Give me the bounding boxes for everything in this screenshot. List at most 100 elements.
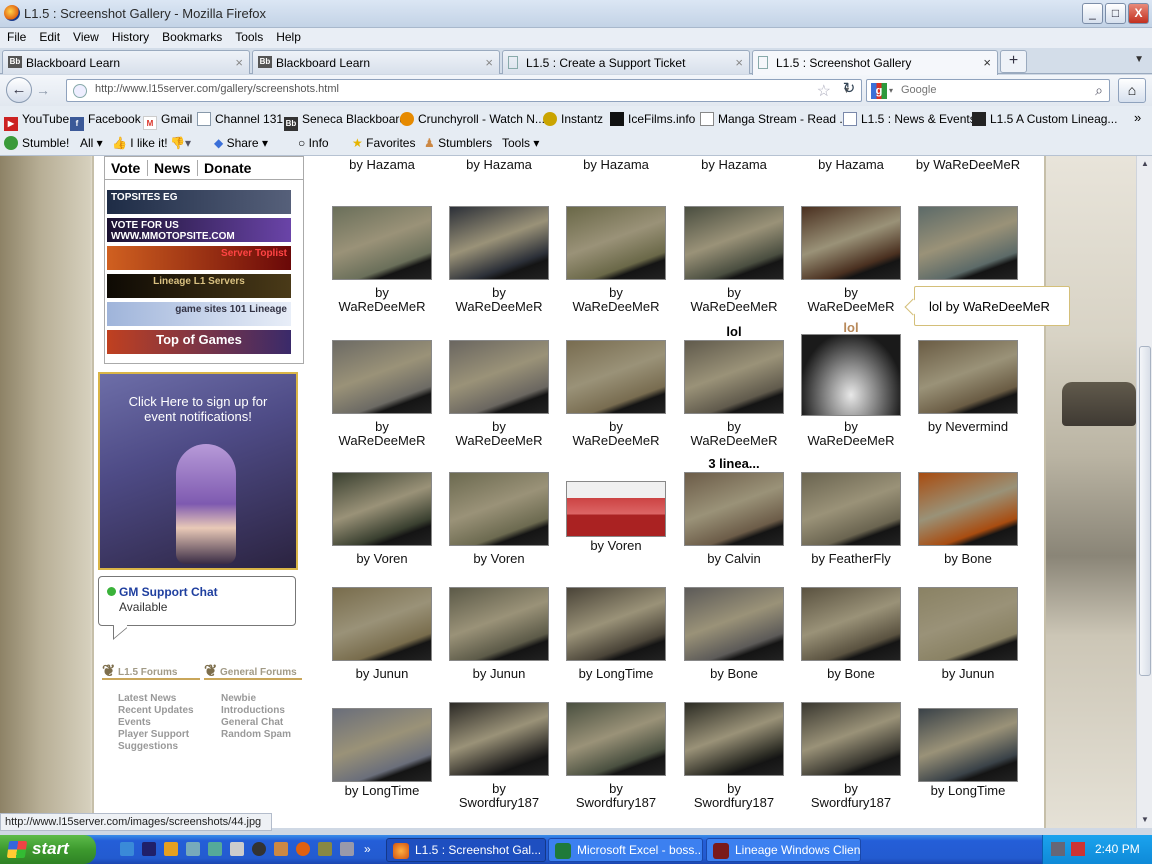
screenshot-thumbnail[interactable] <box>684 702 784 776</box>
vertical-scrollbar[interactable]: ▲ ▼ <box>1136 156 1152 828</box>
topsites-badge[interactable]: TOPSITES EG <box>107 190 291 214</box>
dislike-button[interactable]: 👎▾ <box>170 136 191 150</box>
bookmark-star-icon[interactable]: ☆ <box>817 81 831 101</box>
thumbnail-caption[interactable]: by Hazama <box>439 158 559 172</box>
gallery-item[interactable]: by Junun <box>918 587 1036 699</box>
thumbnail-caption[interactable]: by WaReDeeMeR <box>439 286 559 314</box>
screenshot-thumbnail[interactable] <box>449 206 549 280</box>
stumble-button[interactable]: Stumble! <box>4 136 69 150</box>
maximize-button[interactable]: □ <box>1105 3 1126 24</box>
forum-link[interactable]: Random Spam <box>221 729 291 741</box>
scroll-down-icon[interactable]: ▼ <box>1138 812 1152 828</box>
gallery-item[interactable]: by Swordfury187 <box>684 702 802 814</box>
more-bookmarks-icon[interactable]: » <box>1134 110 1141 125</box>
gallery-item[interactable]: by WaReDeeMeR <box>449 340 567 452</box>
site-identity-icon[interactable] <box>73 84 87 98</box>
url-input[interactable] <box>95 83 775 95</box>
network-icon[interactable] <box>1051 842 1065 856</box>
gallery-item[interactable]: by WaReDeeMeR <box>332 340 450 452</box>
menu-history[interactable]: History <box>105 28 155 44</box>
gallery-item[interactable]: by Bone <box>918 472 1036 584</box>
scroll-up-icon[interactable]: ▲ <box>1138 156 1152 172</box>
thumbnail-caption[interactable]: by Junun <box>908 667 1028 681</box>
tab-blackboard-2[interactable]: Bb Blackboard Learn × <box>252 50 500 74</box>
thumbnail-caption[interactable]: by Voren <box>556 539 676 553</box>
menu-bookmarks[interactable]: Bookmarks <box>155 28 228 44</box>
screenshot-thumbnail[interactable] <box>566 481 666 537</box>
start-button[interactable]: start <box>0 835 96 864</box>
screenshot-thumbnail[interactable] <box>801 206 901 280</box>
reload-icon[interactable]: ↻ <box>838 78 860 100</box>
thumbnail-caption[interactable]: by WaReDeeMeR <box>791 420 911 448</box>
gallery-item[interactable]: by Swordfury187 <box>801 702 919 814</box>
gallery-item[interactable]: by Voren <box>449 472 567 584</box>
menu-edit[interactable]: Edit <box>32 28 66 44</box>
top-of-games-badge[interactable]: Top of Games <box>107 330 291 354</box>
thumbnail-caption[interactable]: by WaReDeeMeR <box>556 420 676 448</box>
gallery-item[interactable]: by WaReDeeMeR <box>566 340 684 452</box>
thumbnail-caption[interactable]: by FeatherFly <box>791 552 911 566</box>
screenshot-thumbnail[interactable] <box>918 587 1018 661</box>
gallery-item[interactable]: by LongTime <box>918 708 1036 820</box>
thumbnail-caption[interactable]: by Bone <box>674 667 794 681</box>
thumbnail-caption[interactable]: by WaReDeeMeR <box>439 420 559 448</box>
screenshot-thumbnail[interactable] <box>449 587 549 661</box>
bookmark-seneca-blackboard[interactable]: Bb Seneca Blackboard <box>284 112 406 131</box>
bookmark-l15-news[interactable]: L1.5 : News & Events <box>843 112 976 126</box>
bookmark-channel-131[interactable]: Channel 131 <box>197 112 283 126</box>
screenshot-thumbnail[interactable] <box>566 702 666 776</box>
list-all-tabs-icon[interactable]: ▼ <box>1134 54 1144 65</box>
search-input[interactable] <box>901 84 1081 96</box>
screenshot-thumbnail[interactable] <box>684 340 784 414</box>
thumbnail-caption[interactable]: by WaReDeeMeR <box>322 420 442 448</box>
screenshot-thumbnail[interactable] <box>566 340 666 414</box>
stumblers-button[interactable]: ♟ Stumblers <box>424 136 492 150</box>
screenshot-thumbnail[interactable] <box>801 334 901 416</box>
thumbnail-caption[interactable]: by LongTime <box>908 784 1028 798</box>
screenshot-thumbnail[interactable] <box>801 702 901 776</box>
thumbnail-caption[interactable]: by LongTime <box>556 667 676 681</box>
screenshot-thumbnail[interactable] <box>566 206 666 280</box>
media-player-icon[interactable] <box>142 842 156 856</box>
scrollbar-thumb[interactable] <box>1139 346 1151 676</box>
mmotopsite-badge[interactable]: VOTE FOR US WWW.MMOTOPSITE.COM <box>107 218 291 242</box>
screenshot-thumbnail[interactable] <box>801 472 901 546</box>
gallery-item[interactable]: by Voren <box>332 472 450 584</box>
screenshot-thumbnail[interactable] <box>332 340 432 414</box>
menu-help[interactable]: Help <box>269 28 307 44</box>
app-icon[interactable] <box>318 842 332 856</box>
thumbnail-caption[interactable]: by WaReDeeMeR <box>322 286 442 314</box>
thumbnail-caption[interactable]: by WaReDeeMeR <box>791 286 911 314</box>
server-toplist-badge[interactable]: Server Toplist <box>107 246 291 270</box>
close-window-button[interactable]: X <box>1128 3 1149 24</box>
screenshot-thumbnail[interactable] <box>449 702 549 776</box>
screenshot-thumbnail[interactable] <box>332 206 432 280</box>
l1-servers-badge[interactable]: Lineage L1 Servers <box>107 274 291 298</box>
tab-close-icon[interactable]: × <box>983 55 991 70</box>
thumbnail-caption[interactable]: by Swordfury187 <box>556 782 676 810</box>
forum-link[interactable]: Player Support <box>118 729 189 741</box>
thumbnail-caption[interactable]: by Calvin <box>674 552 794 566</box>
thumbnail-caption[interactable]: by Voren <box>322 552 442 566</box>
thumbnail-caption[interactable]: by Hazama <box>674 158 794 172</box>
thumbnail-caption[interactable]: by Hazama <box>791 158 911 172</box>
screenshot-thumbnail[interactable] <box>918 708 1018 782</box>
screenshot-thumbnail[interactable] <box>449 340 549 414</box>
firefox-quicklaunch-icon[interactable] <box>296 842 310 856</box>
gallery-item[interactable]: lol by WaReDeeMeR <box>801 320 919 448</box>
gallery-item[interactable]: by WaReDeeMeR <box>332 206 450 318</box>
forum-link[interactable]: Latest News <box>118 693 176 705</box>
folder-icon[interactable] <box>208 842 222 856</box>
bookmark-facebook[interactable]: f Facebook <box>70 112 141 131</box>
address-bar[interactable]: ☆ ▼ <box>66 79 862 102</box>
share-button[interactable]: ◆ Share ▾ <box>214 136 268 150</box>
gallery-item[interactable]: by Junun <box>332 587 450 699</box>
screenshot-thumbnail[interactable] <box>684 472 784 546</box>
gamesites101-badge[interactable]: game sites 101 Lineage <box>107 302 291 326</box>
tab-vote[interactable]: Vote <box>111 160 140 176</box>
search-icon[interactable]: ⌕ <box>1095 82 1103 99</box>
gallery-item[interactable]: by Bone <box>684 587 802 699</box>
google-icon[interactable]: g <box>871 83 887 99</box>
thumbnail-caption[interactable]: by Hazama <box>322 158 442 172</box>
menu-file[interactable]: File <box>0 28 32 44</box>
